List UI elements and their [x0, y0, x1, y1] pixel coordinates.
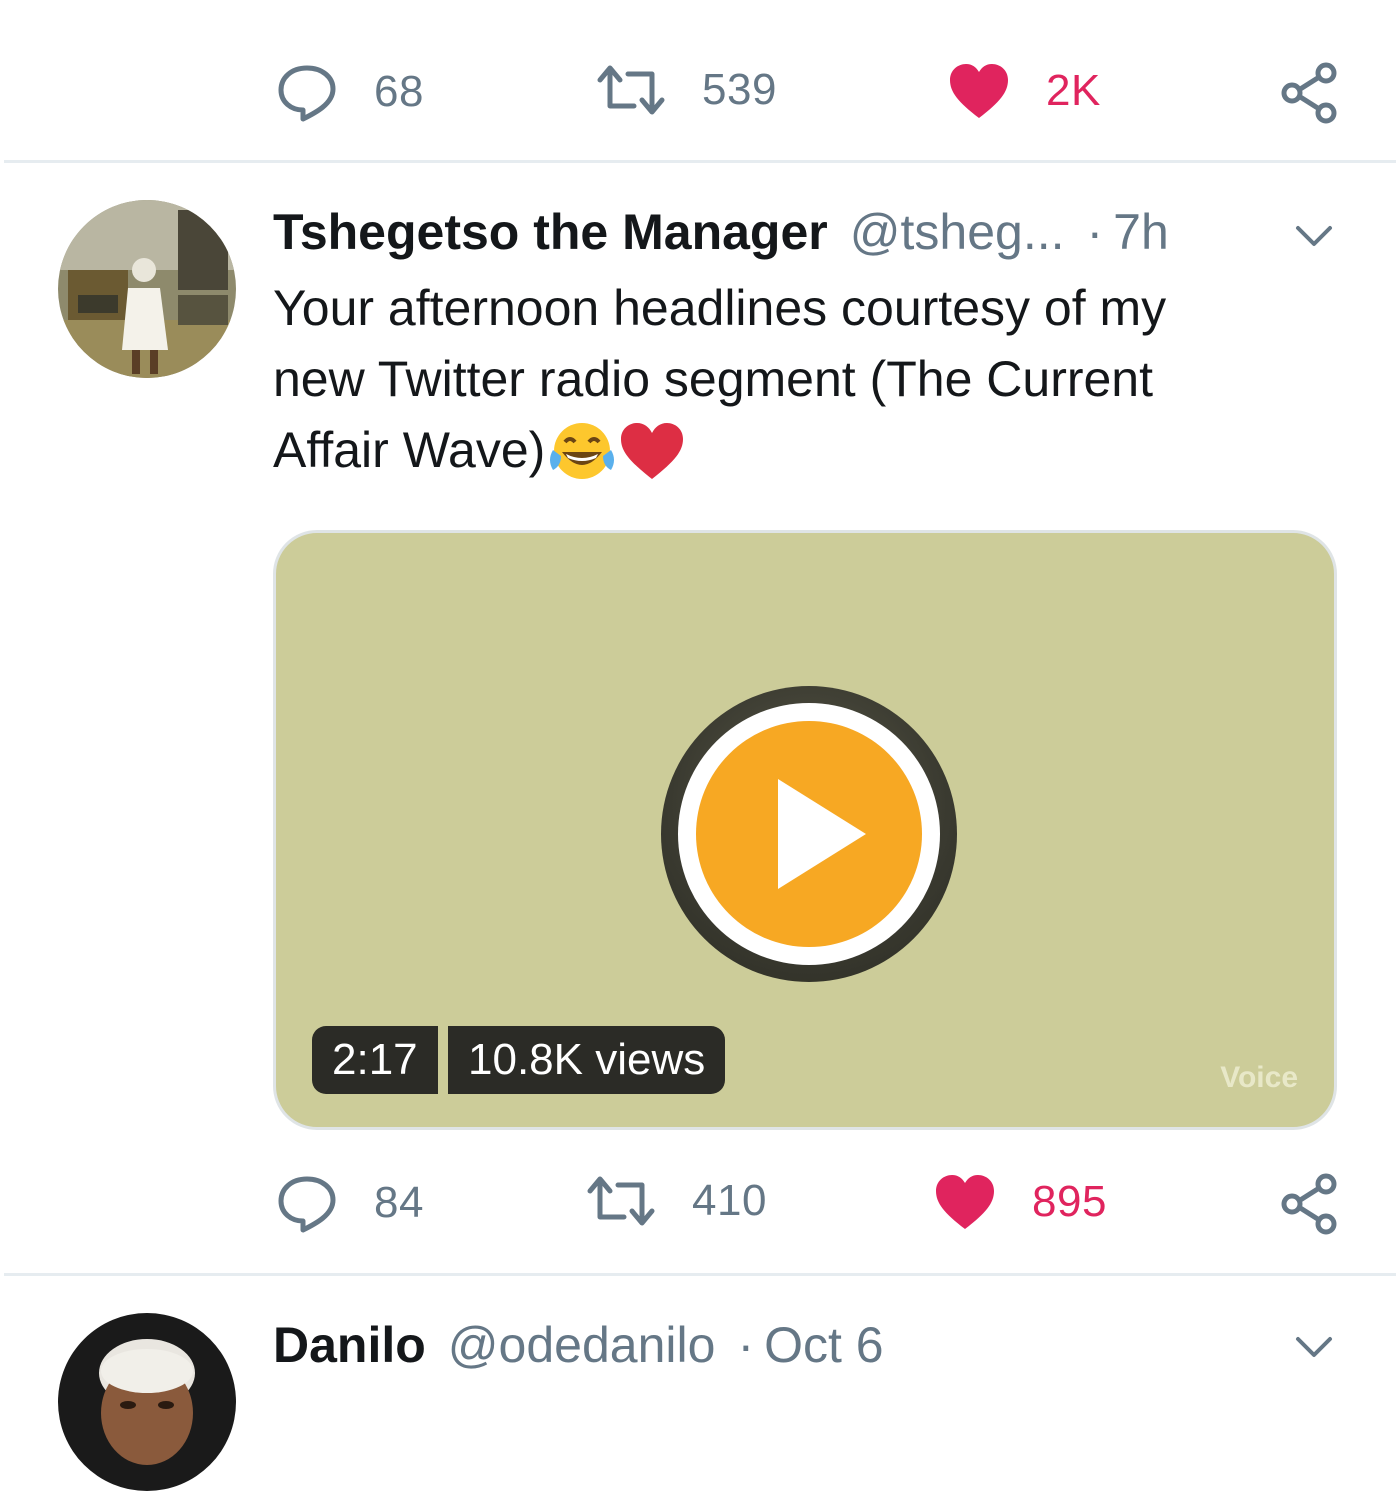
reply-icon [278, 1176, 336, 1233]
tweet-text-segment: Affair Wave) [273, 422, 546, 478]
timestamp[interactable]: 7h [1113, 203, 1169, 261]
tweet-header: Tshegetso the Manager @tsheg... · 7h [273, 203, 1169, 261]
video-thumbnail [661, 686, 957, 982]
tweet-header: Danilo @odedanilo · Oct 6 [273, 1316, 884, 1374]
video-card[interactable]: 2:17 10.8K views Voice [273, 530, 1337, 1130]
user-handle[interactable]: @odedanilo [448, 1316, 716, 1374]
play-button-ring [678, 703, 940, 965]
display-name[interactable]: Danilo [273, 1316, 426, 1374]
like-count: 2K [1046, 66, 1101, 115]
reply-count: 84 [374, 1178, 424, 1227]
avatar-photo [58, 200, 236, 378]
tweet-divider [4, 160, 1396, 163]
reply-action[interactable]: 68 [276, 62, 424, 122]
retweet-icon [587, 1176, 655, 1226]
video-views: 10.8K views [448, 1026, 726, 1094]
reply-icon [278, 65, 336, 122]
tweet-text-line: new Twitter radio segment (The Current [273, 351, 1154, 407]
tweet-text-line: Affair Wave) [273, 415, 1333, 486]
play-icon [778, 779, 866, 889]
separator-dot: · [737, 1317, 755, 1373]
chevron-down-icon[interactable] [1294, 222, 1334, 250]
like-action[interactable]: 895 [934, 1173, 1107, 1231]
share-action[interactable] [1280, 62, 1338, 124]
retweet-count: 539 [702, 65, 777, 114]
avatar-photo [58, 1313, 236, 1491]
tweet-text: Your afternoon headlines courtesy of my … [273, 273, 1333, 486]
retweet-count: 410 [692, 1176, 767, 1225]
tweet-divider [4, 1273, 1396, 1276]
timestamp[interactable]: Oct 6 [764, 1316, 883, 1374]
share-icon [1281, 1173, 1337, 1235]
like-action[interactable]: 2K [948, 62, 1101, 120]
retweet-action[interactable]: 410 [586, 1173, 767, 1229]
share-action[interactable] [1280, 1173, 1338, 1235]
like-count: 895 [1032, 1177, 1107, 1226]
display-name[interactable]: Tshegetso the Manager [273, 203, 828, 261]
retweet-action[interactable]: 539 [596, 62, 777, 118]
heart-icon [950, 64, 1008, 118]
avatar[interactable] [58, 1313, 236, 1491]
reply-action[interactable]: 84 [276, 1173, 424, 1233]
red-heart-emoji [621, 422, 684, 479]
retweet-icon [597, 65, 665, 115]
tears-of-joy-emoji [550, 422, 615, 479]
video-duration: 2:17 [312, 1026, 438, 1094]
avatar[interactable] [58, 200, 236, 378]
separator-dot: · [1086, 204, 1104, 260]
reply-count: 68 [374, 67, 424, 116]
chevron-down-icon[interactable] [1294, 1333, 1334, 1361]
user-handle[interactable]: @tsheg... [850, 203, 1065, 261]
share-icon [1281, 62, 1337, 124]
heart-icon [936, 1175, 994, 1229]
watermark: Voice [1220, 1061, 1298, 1094]
tweet-text-line: Your afternoon headlines courtesy of my [273, 280, 1167, 336]
play-button[interactable] [696, 721, 922, 947]
